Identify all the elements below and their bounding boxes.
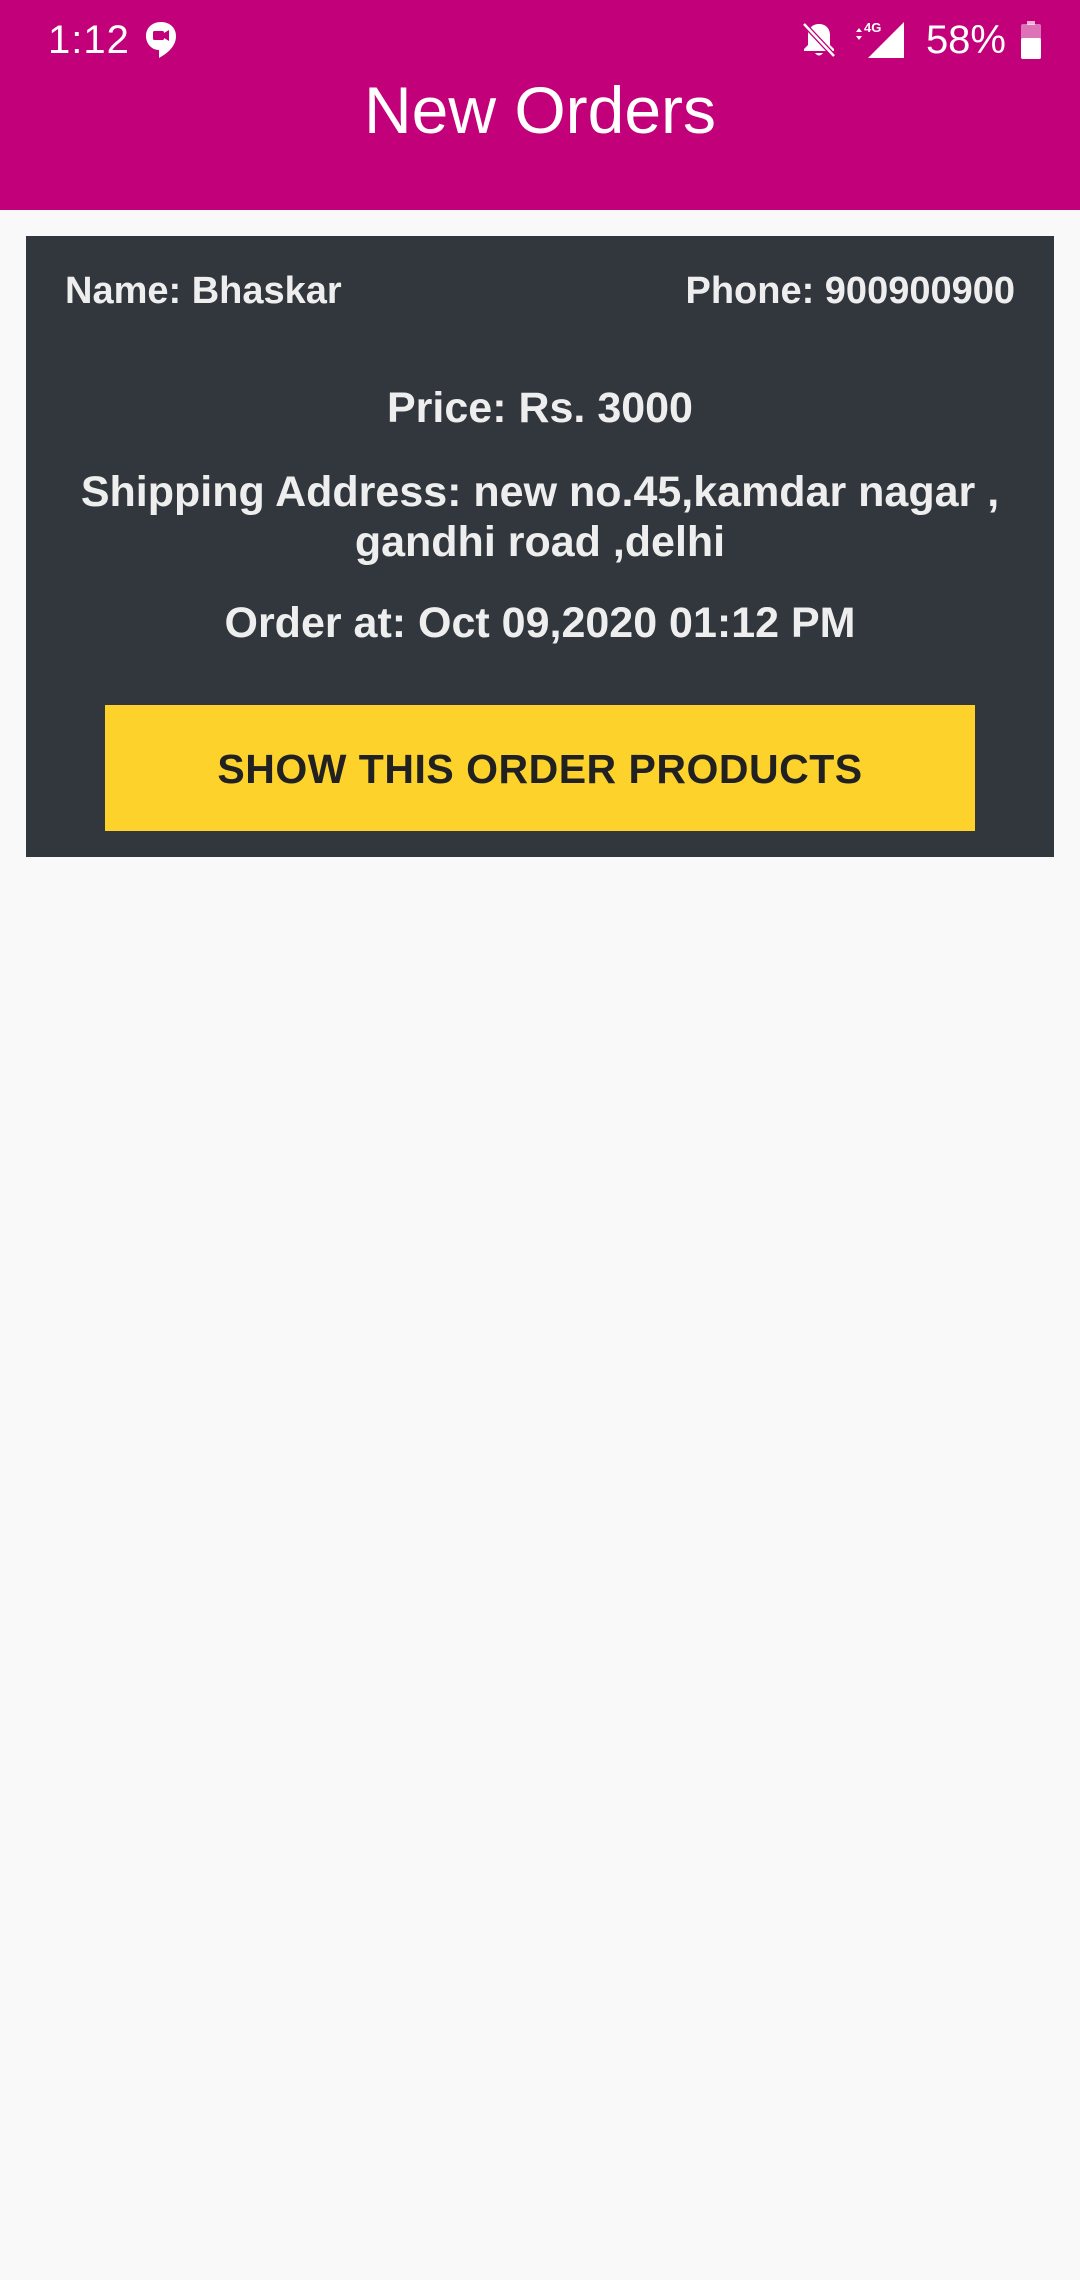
battery-percent: 58% xyxy=(925,18,1006,62)
app-header: 1:12 4G 58% New Orders xyxy=(0,0,1080,210)
battery-icon xyxy=(1020,21,1042,59)
status-icons: 4G 58% xyxy=(800,18,1042,62)
customer-name: Name: Bhaskar xyxy=(65,270,342,312)
show-order-products-button[interactable]: SHOW THIS ORDER PRODUCTS xyxy=(105,705,975,831)
bell-off-icon xyxy=(800,20,838,60)
signal-icon: 4G xyxy=(852,20,908,60)
network-type: 4G xyxy=(864,20,881,35)
chat-icon xyxy=(144,20,178,60)
shipping-address: Shipping Address: new no.45,kamdar nagar… xyxy=(80,468,1000,566)
status-bar: 1:12 4G 58% xyxy=(0,0,1080,80)
order-card: Name: Bhaskar Phone: 900900900 Price: Rs… xyxy=(26,236,1054,857)
order-price: Price: Rs. 3000 xyxy=(387,384,693,432)
status-time: 1:12 xyxy=(48,18,130,62)
order-card-header: Name: Bhaskar Phone: 900900900 xyxy=(65,266,1015,316)
order-timestamp: Order at: Oct 09,2020 01:12 PM xyxy=(224,599,856,647)
page-title: New Orders xyxy=(363,73,717,147)
customer-phone: Phone: 900900900 xyxy=(685,270,1015,312)
